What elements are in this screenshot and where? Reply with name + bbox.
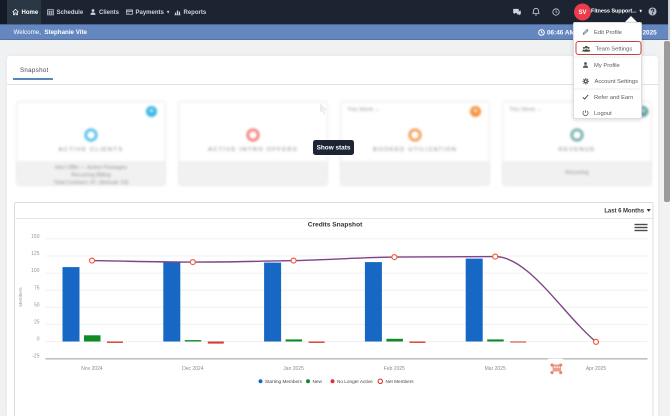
svg-text:Feb 2025: Feb 2025 xyxy=(384,366,405,372)
svg-text:-25: -25 xyxy=(32,354,39,360)
svg-text:No Longer Active: No Longer Active xyxy=(337,379,373,384)
svg-text:Net Members: Net Members xyxy=(386,379,415,384)
svg-text:Jan 2025: Jan 2025 xyxy=(283,366,304,372)
svg-text:Nov 2024: Nov 2024 xyxy=(81,366,103,372)
svg-text:0: 0 xyxy=(37,337,40,343)
svg-text:Last 6 Months: Last 6 Months xyxy=(604,208,644,214)
svg-text:150: 150 xyxy=(31,234,40,240)
svg-text:Apr 2025: Apr 2025 xyxy=(586,366,607,372)
svg-text:Starting Members: Starting Members xyxy=(265,379,303,384)
svg-text:75: 75 xyxy=(34,285,40,291)
svg-text:Mar 2025: Mar 2025 xyxy=(485,366,506,372)
svg-text:100: 100 xyxy=(31,268,40,274)
svg-text:Credits Snapshot: Credits Snapshot xyxy=(308,222,363,229)
svg-text:New: New xyxy=(313,379,323,384)
svg-text:25: 25 xyxy=(34,320,40,326)
svg-text:Dec 2024: Dec 2024 xyxy=(182,366,204,372)
svg-text:Members: Members xyxy=(18,287,23,307)
svg-text:125: 125 xyxy=(31,251,40,257)
svg-text:50: 50 xyxy=(34,302,40,308)
